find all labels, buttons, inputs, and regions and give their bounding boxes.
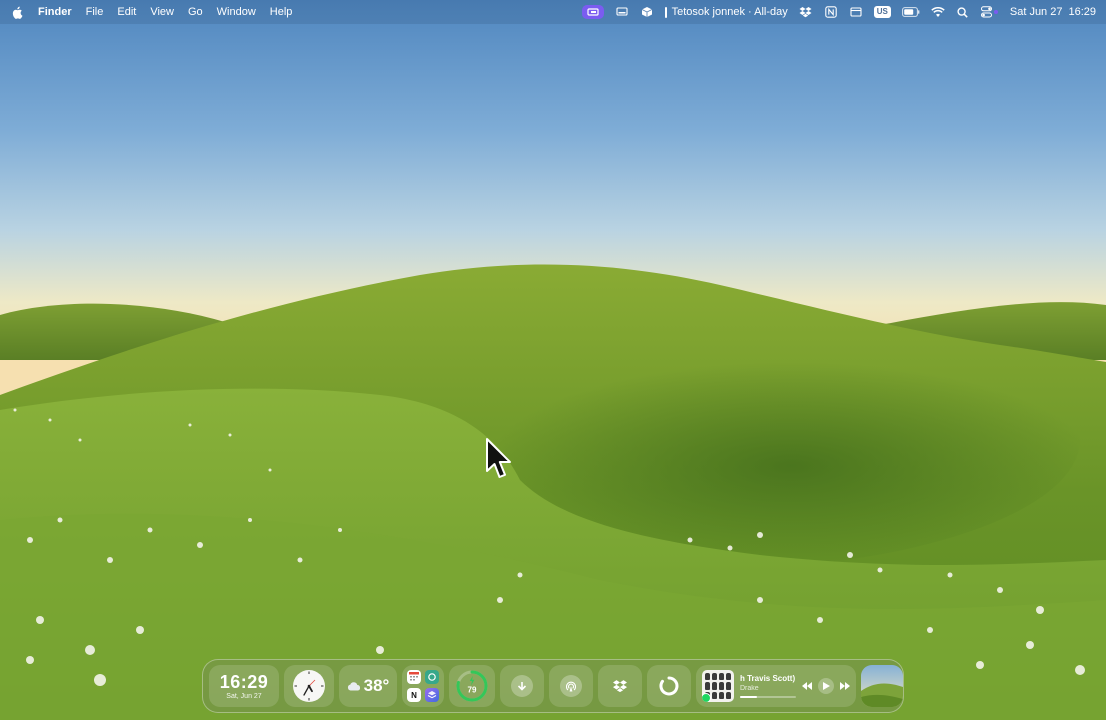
download-icon xyxy=(511,675,533,697)
battery-level: 79 xyxy=(468,686,477,695)
wifi-icon[interactable] xyxy=(931,5,945,19)
app-shortcuts-widget: N xyxy=(402,665,444,707)
playback-controls xyxy=(802,678,850,694)
analog-clock-widget[interactable] xyxy=(284,665,334,707)
loading-tile[interactable] xyxy=(647,665,691,707)
cloud-icon xyxy=(347,681,360,690)
track-progress-fill xyxy=(740,696,757,698)
spotify-icon xyxy=(702,693,711,702)
screen-share-icon[interactable] xyxy=(581,5,604,19)
clock-day: Sat Jun 27 xyxy=(1009,6,1063,18)
widget-date: Sat, Jun 27 xyxy=(226,692,262,700)
menu-bar-clock[interactable]: Sat Jun 27 16:29 xyxy=(1010,6,1096,18)
desktop-wallpaper xyxy=(0,0,1106,720)
event-color-bar xyxy=(664,6,667,18)
photo-widget[interactable] xyxy=(861,665,903,707)
weather-temperature: 38° xyxy=(363,676,390,695)
airdrop-tile[interactable] xyxy=(549,665,593,707)
time-widget[interactable]: 16:29 Sat, Jun 27 xyxy=(209,665,279,707)
search-icon[interactable] xyxy=(956,5,970,19)
track-info: h Travis Scott) Drake xyxy=(740,674,796,698)
wallpaper-thumbnail xyxy=(861,665,903,707)
menu-help[interactable]: Help xyxy=(270,6,293,18)
loading-icon xyxy=(659,676,679,696)
app-name-finder[interactable]: Finder xyxy=(38,6,72,18)
battery-widget[interactable]: 79 xyxy=(449,665,495,707)
menu-file[interactable]: File xyxy=(86,6,104,18)
menu-view[interactable]: View xyxy=(150,6,174,18)
weather-widget[interactable]: 38° xyxy=(339,665,397,707)
clock-time: 16:29 xyxy=(1068,6,1096,18)
menu-edit[interactable]: Edit xyxy=(117,6,136,18)
track-artist: Drake xyxy=(740,685,759,692)
stack-icon[interactable] xyxy=(425,688,439,702)
calendar-icon[interactable] xyxy=(407,670,421,684)
apple-menu-icon[interactable] xyxy=(10,6,24,19)
menu-window[interactable]: Window xyxy=(217,6,256,18)
menu-bar: Finder File Edit View Go Window Help Tet… xyxy=(0,0,1106,24)
chatgpt-icon[interactable] xyxy=(425,670,439,684)
dropbox-icon xyxy=(613,680,627,693)
menu-go[interactable]: Go xyxy=(188,6,203,18)
next-track-icon[interactable] xyxy=(840,682,850,690)
control-center-icon[interactable] xyxy=(980,5,999,19)
notion-icon[interactable]: N xyxy=(407,688,421,702)
widget-dock: 16:29 Sat, Jun 27 38° N 79 h Travis Scot… xyxy=(202,659,904,713)
battery-icon[interactable] xyxy=(901,5,920,19)
analog-clock-icon xyxy=(293,670,325,702)
track-progress[interactable] xyxy=(740,696,796,698)
notion-icon[interactable] xyxy=(824,5,838,19)
dropbox-icon[interactable] xyxy=(799,5,813,19)
now-playing-widget[interactable]: h Travis Scott) Drake xyxy=(696,665,856,707)
menu-bar-right: Tetosok jonnek · All-day US Sat Jun 27 1… xyxy=(581,5,1096,19)
box-icon[interactable] xyxy=(640,5,654,19)
mouse-pointer-icon xyxy=(484,437,512,486)
track-title: h Travis Scott) xyxy=(740,674,796,683)
widget-time: 16:29 xyxy=(219,671,269,692)
display-icon[interactable] xyxy=(615,5,629,19)
battery-ring-icon: 79 xyxy=(456,670,488,702)
play-icon[interactable] xyxy=(818,678,834,694)
keyboard-layout-icon[interactable]: US xyxy=(873,6,891,18)
album-art xyxy=(702,670,734,702)
menu-bar-left: Finder File Edit View Go Window Help xyxy=(10,6,292,19)
event-text: Tetosok jonnek · All-day xyxy=(671,6,788,18)
previous-track-icon[interactable] xyxy=(802,682,812,690)
window-icon[interactable] xyxy=(849,5,863,19)
dropbox-tile[interactable] xyxy=(598,665,642,707)
download-tile[interactable] xyxy=(500,665,544,707)
airdrop-icon xyxy=(560,675,582,697)
calendar-event[interactable]: Tetosok jonnek · All-day xyxy=(664,6,788,18)
